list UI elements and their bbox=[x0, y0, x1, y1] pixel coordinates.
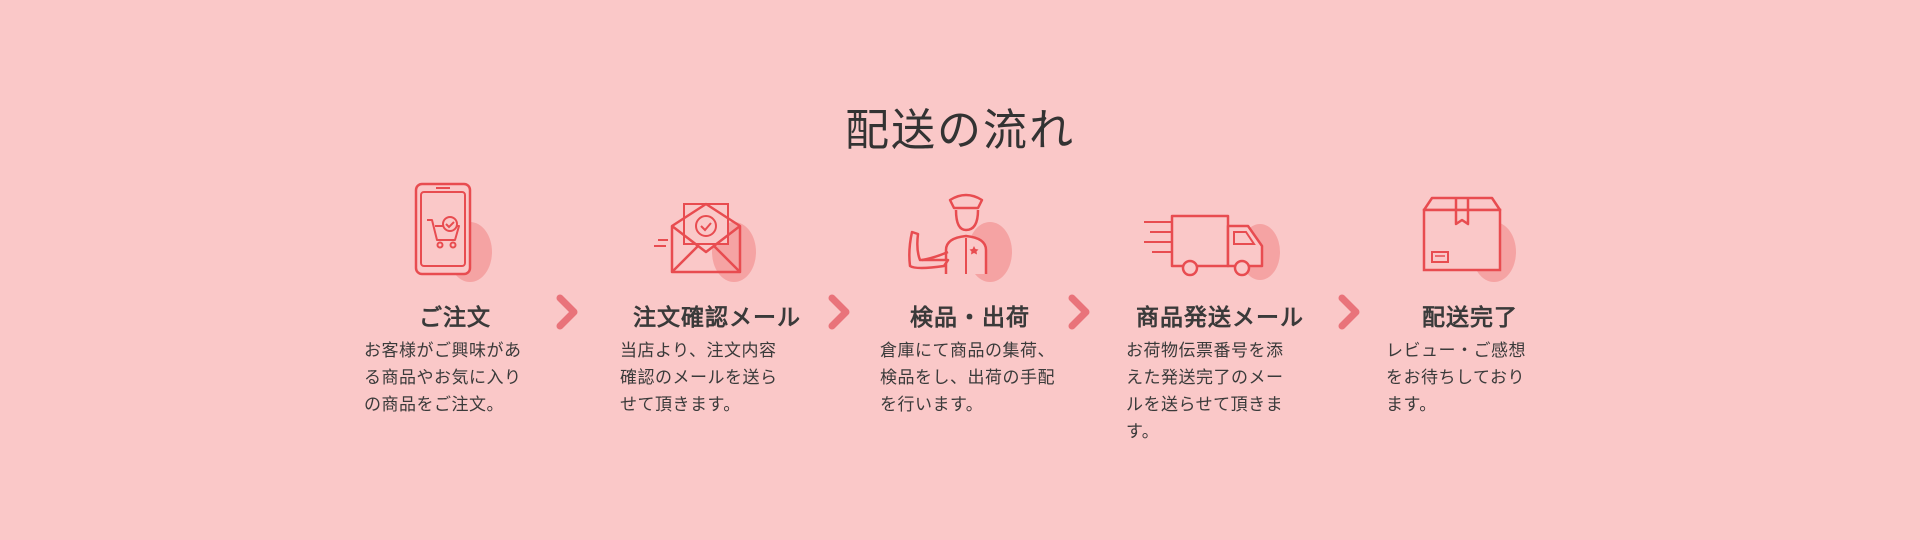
inspector-icon bbox=[908, 193, 1012, 282]
step-2-icon-area bbox=[654, 180, 854, 290]
step-1-icon-area bbox=[400, 180, 600, 290]
step-2-description: 当店より、注文内容 確認のメールを送ら せて頂きます。 bbox=[620, 341, 778, 415]
smartphone-cart-icon bbox=[414, 182, 492, 282]
delivery-truck-icon bbox=[1144, 214, 1280, 280]
step-5-icon-area bbox=[1412, 180, 1612, 290]
step-1-description: お客様がご興味があ る商品やお気に入り の商品をご注文。 bbox=[364, 341, 522, 415]
chevron-right-icon bbox=[1338, 294, 1360, 330]
chevron-right-icon bbox=[1068, 294, 1090, 330]
step-5-description: レビュー・ご感想 をお待ちしており ます。 bbox=[1386, 341, 1526, 415]
step-4-title: 商品発送メール bbox=[1136, 305, 1304, 331]
envelope-check-icon bbox=[654, 202, 756, 282]
page-title: 配送の流れ bbox=[845, 105, 1075, 156]
step-4-description: お荷物伝票番号を添 えた発送完了のメー ルを送らせて頂きま す。 bbox=[1126, 341, 1284, 442]
step-3-description: 倉庫にて商品の集荷、 検品をし、出荷の手配 を行います。 bbox=[880, 341, 1055, 415]
step-3-icon-area bbox=[904, 180, 1104, 290]
step-4-icon-area bbox=[1142, 180, 1342, 290]
step-2-title: 注文確認メール bbox=[633, 305, 801, 331]
chevron-right-icon bbox=[828, 294, 850, 330]
chevron-right-icon bbox=[556, 294, 578, 330]
package-box-icon bbox=[1422, 196, 1516, 282]
step-3-title: 検品・出荷 bbox=[910, 305, 1030, 331]
step-1-title: ご注文 bbox=[419, 305, 491, 331]
step-5-title: 配送完了 bbox=[1422, 305, 1518, 331]
